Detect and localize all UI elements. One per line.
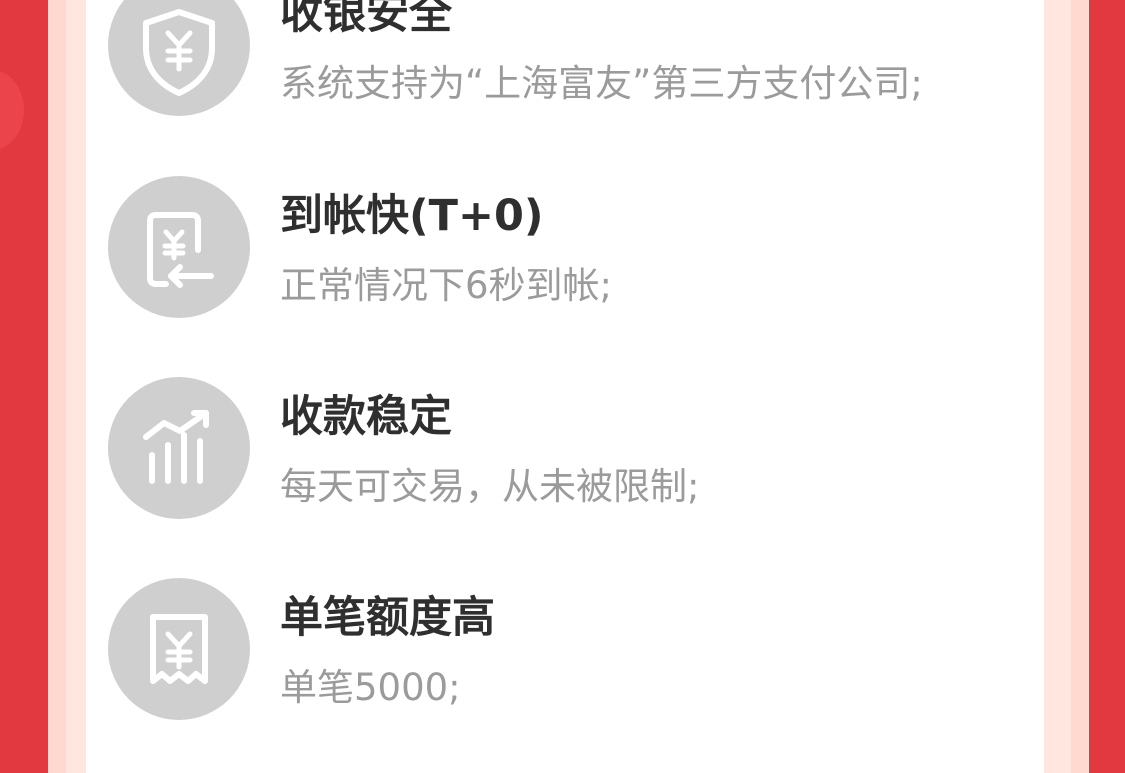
feature-security: 收银安全 系统支持为“上海富友”第三方支付公司; bbox=[108, 0, 1008, 116]
feature-description: 每天可交易，从未被限制; bbox=[280, 465, 700, 508]
feature-title: 到帐快(T+0) bbox=[280, 191, 544, 241]
feature-high-limit: 单笔额度高 单笔5000; bbox=[108, 578, 1008, 720]
shield-yen-icon bbox=[108, 0, 250, 116]
feature-description: 正常情况下6秒到帐; bbox=[280, 264, 613, 307]
feature-title: 收款稳定 bbox=[280, 392, 452, 442]
feature-fast-settlement: 到帐快(T+0) 正常情况下6秒到帐; bbox=[108, 176, 1008, 318]
feature-stable-collection: 收款稳定 每天可交易，从未被限制; bbox=[108, 377, 1008, 519]
feature-description: 系统支持为“上海富友”第三方支付公司; bbox=[280, 62, 923, 105]
feature-description: 单笔5000; bbox=[280, 666, 461, 709]
yen-ticket-icon bbox=[108, 578, 250, 720]
chart-bars-icon bbox=[108, 377, 250, 519]
yen-receipt-arrow-icon bbox=[108, 176, 250, 318]
page-background-right bbox=[1089, 0, 1125, 773]
feature-title: 收银安全 bbox=[280, 0, 452, 39]
feature-title: 单笔额度高 bbox=[280, 593, 495, 643]
